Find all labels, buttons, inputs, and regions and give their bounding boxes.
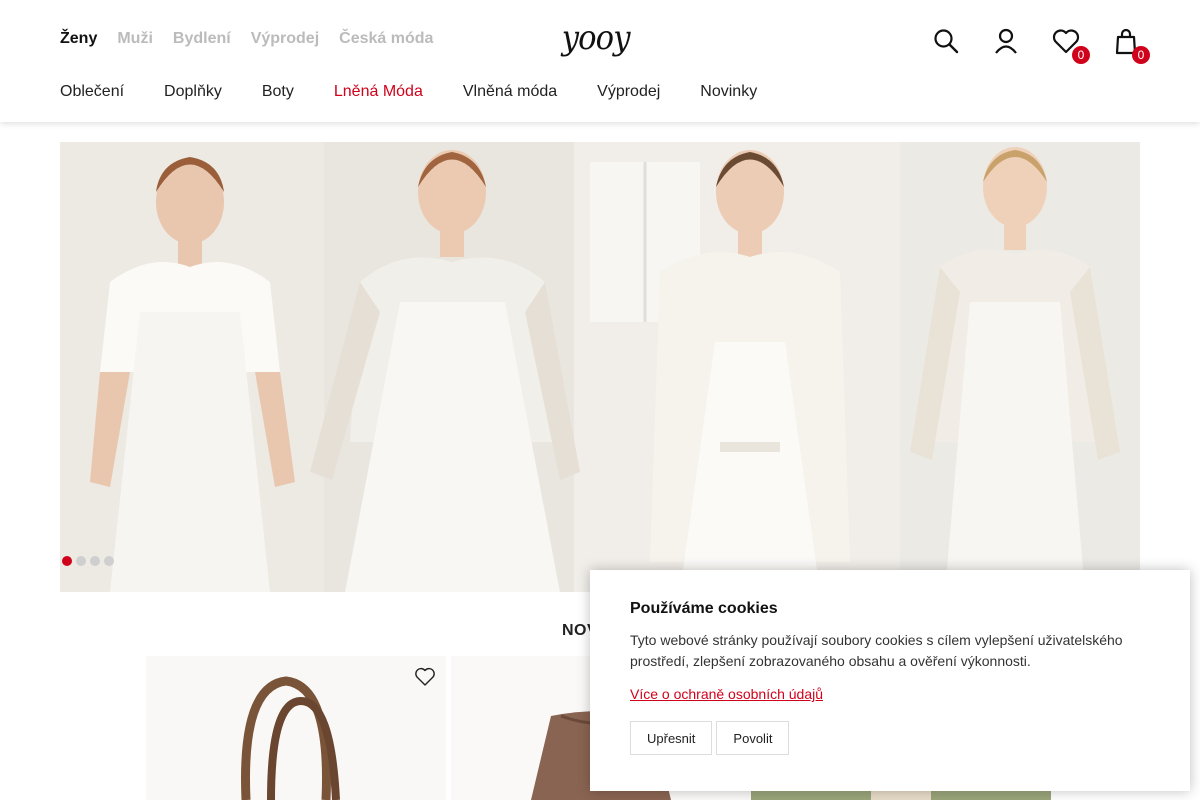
category-vyprodej[interactable]: Výprodej <box>251 30 319 48</box>
carousel-dot[interactable] <box>90 556 100 566</box>
category-muzi[interactable]: Muži <box>117 30 153 48</box>
carousel-dot[interactable] <box>104 556 114 566</box>
logo[interactable]: yooy <box>558 18 633 58</box>
account-button[interactable] <box>992 26 1020 56</box>
cookie-text: Tyto webové stránky používají soubory co… <box>630 632 1123 669</box>
nav-obleceni[interactable]: Oblečení <box>60 83 124 101</box>
carousel-dot[interactable] <box>62 556 72 566</box>
cart-button[interactable]: 0 <box>1112 26 1150 64</box>
wishlist-button[interactable]: 0 <box>1052 26 1090 64</box>
header-icons: 0 0 <box>932 26 1150 64</box>
site-header: Ženy Muži Bydlení Výprodej Česká móda yo… <box>0 0 1200 122</box>
nav-lnena-moda[interactable]: Lněná Móda <box>334 83 423 101</box>
nav-novinky[interactable]: Novinky <box>700 83 757 101</box>
refine-button[interactable]: Upřesnit <box>630 721 713 755</box>
hero-banner[interactable] <box>60 142 1140 592</box>
nav-boty[interactable]: Boty <box>262 83 294 101</box>
wishlist-heart-icon[interactable] <box>414 666 436 688</box>
cookie-banner: Používáme cookies Tyto webové stránky po… <box>590 570 1190 791</box>
hero-image <box>60 142 1140 592</box>
logo-text: yooy <box>561 18 631 58</box>
cookie-title: Používáme cookies <box>630 600 778 617</box>
search-button[interactable] <box>932 26 960 56</box>
category-zeny[interactable]: Ženy <box>60 30 97 48</box>
allow-button[interactable]: Povolit <box>716 721 790 755</box>
user-icon <box>995 28 1017 54</box>
product-card[interactable] <box>146 656 446 800</box>
carousel-dot[interactable] <box>76 556 86 566</box>
cart-count-badge: 0 <box>1132 46 1150 64</box>
top-categories: Ženy Muži Bydlení Výprodej Česká móda <box>60 30 433 48</box>
nav-doplnky[interactable]: Doplňky <box>164 83 222 101</box>
privacy-link[interactable]: Více o ochraně osobních údajů <box>630 686 823 702</box>
main-navigation: Oblečení Doplňky Boty Lněná Móda Vlněná … <box>60 83 757 101</box>
nav-vlnena-moda[interactable]: Vlněná móda <box>463 83 557 101</box>
category-bydleni[interactable]: Bydlení <box>173 30 231 48</box>
cookie-buttons: Upřesnit Povolit <box>630 721 1150 755</box>
search-icon <box>934 29 959 54</box>
product-image <box>146 656 446 800</box>
hero-carousel-dots <box>62 556 114 566</box>
category-ceska-moda[interactable]: Česká móda <box>339 30 433 48</box>
wishlist-count-badge: 0 <box>1072 46 1090 64</box>
nav-vyprodej[interactable]: Výprodej <box>597 83 660 101</box>
